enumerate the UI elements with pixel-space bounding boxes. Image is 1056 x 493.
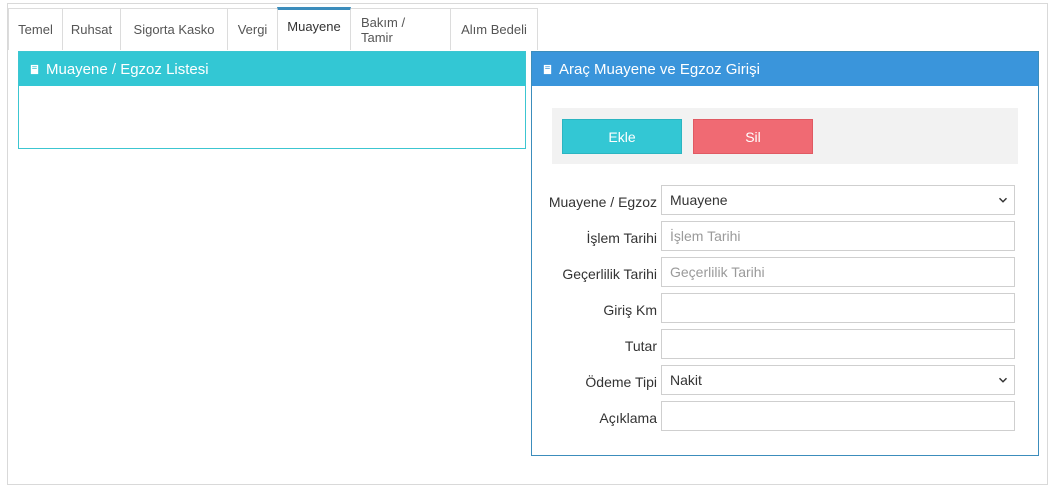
tab-ruhsat[interactable]: Ruhsat [62,8,121,50]
tab-muayene[interactable]: Muayene [277,7,351,50]
inspection-type-select[interactable]: Muayene [661,185,1015,215]
entry-km-label: Giriş Km [603,302,657,318]
process-date-row: İşlem Tarihi İşlem Tarihi [532,221,1040,251]
payment-type-row: Ödeme Tipi Nakit [532,365,1040,395]
validity-date-input[interactable]: Geçerlilik Tarihi [661,257,1015,287]
action-button-bar: Ekle Sil [552,108,1018,164]
chevron-down-icon [998,377,1008,383]
chevron-down-icon [998,197,1008,203]
tab-vergi[interactable]: Vergi [227,8,278,50]
validity-date-label: Geçerlilik Tarihi [562,266,657,282]
amount-row: Tutar [532,329,1040,359]
inspection-type-value: Muayene [670,192,728,208]
delete-button[interactable]: Sil [693,119,813,154]
description-label: Açıklama [599,410,657,426]
process-date-label: İşlem Tarihi [586,230,657,246]
inspection-list-title: Muayene / Egzoz Listesi [46,60,209,78]
inspection-form-title: Araç Muayene ve Egzoz Girişi [559,60,760,78]
book-icon [30,64,39,74]
inspection-form-header: Araç Muayene ve Egzoz Girişi [532,52,1038,86]
entry-km-input[interactable] [661,293,1015,323]
tab-alim-bedeli[interactable]: Alım Bedeli [450,8,538,50]
inspection-form-panel: Araç Muayene ve Egzoz Girişi Ekle Sil Mu… [531,51,1039,456]
validity-date-row: Geçerlilik Tarihi Geçerlilik Tarihi [532,257,1040,287]
tab-bar: Temel Ruhsat Sigorta Kasko Vergi Muayene… [8,7,538,50]
payment-type-value: Nakit [670,372,702,388]
process-date-placeholder: İşlem Tarihi [670,228,741,244]
description-input[interactable] [661,401,1015,431]
amount-label: Tutar [624,338,657,354]
amount-input[interactable] [661,329,1015,359]
book-icon [543,64,552,74]
description-row: Açıklama [532,401,1040,431]
tab-sigorta-kasko[interactable]: Sigorta Kasko [120,8,228,50]
tab-bakim-tamir[interactable]: Bakım / Tamir [350,8,451,50]
type-row: Muayene / Egzoz Muayene [532,185,1040,215]
process-date-input[interactable]: İşlem Tarihi [661,221,1015,251]
vehicle-detail-container: Temel Ruhsat Sigorta Kasko Vergi Muayene… [7,3,1048,485]
validity-date-placeholder: Geçerlilik Tarihi [670,264,765,280]
tab-temel[interactable]: Temel [8,8,63,50]
add-button[interactable]: Ekle [562,119,682,154]
inspection-list-header: Muayene / Egzoz Listesi [19,52,525,86]
inspection-list-panel: Muayene / Egzoz Listesi [18,51,526,149]
entry-km-row: Giriş Km [532,293,1040,323]
payment-type-select[interactable]: Nakit [661,365,1015,395]
type-label: Muayene / Egzoz [548,194,657,210]
payment-type-label: Ödeme Tipi [585,374,657,390]
